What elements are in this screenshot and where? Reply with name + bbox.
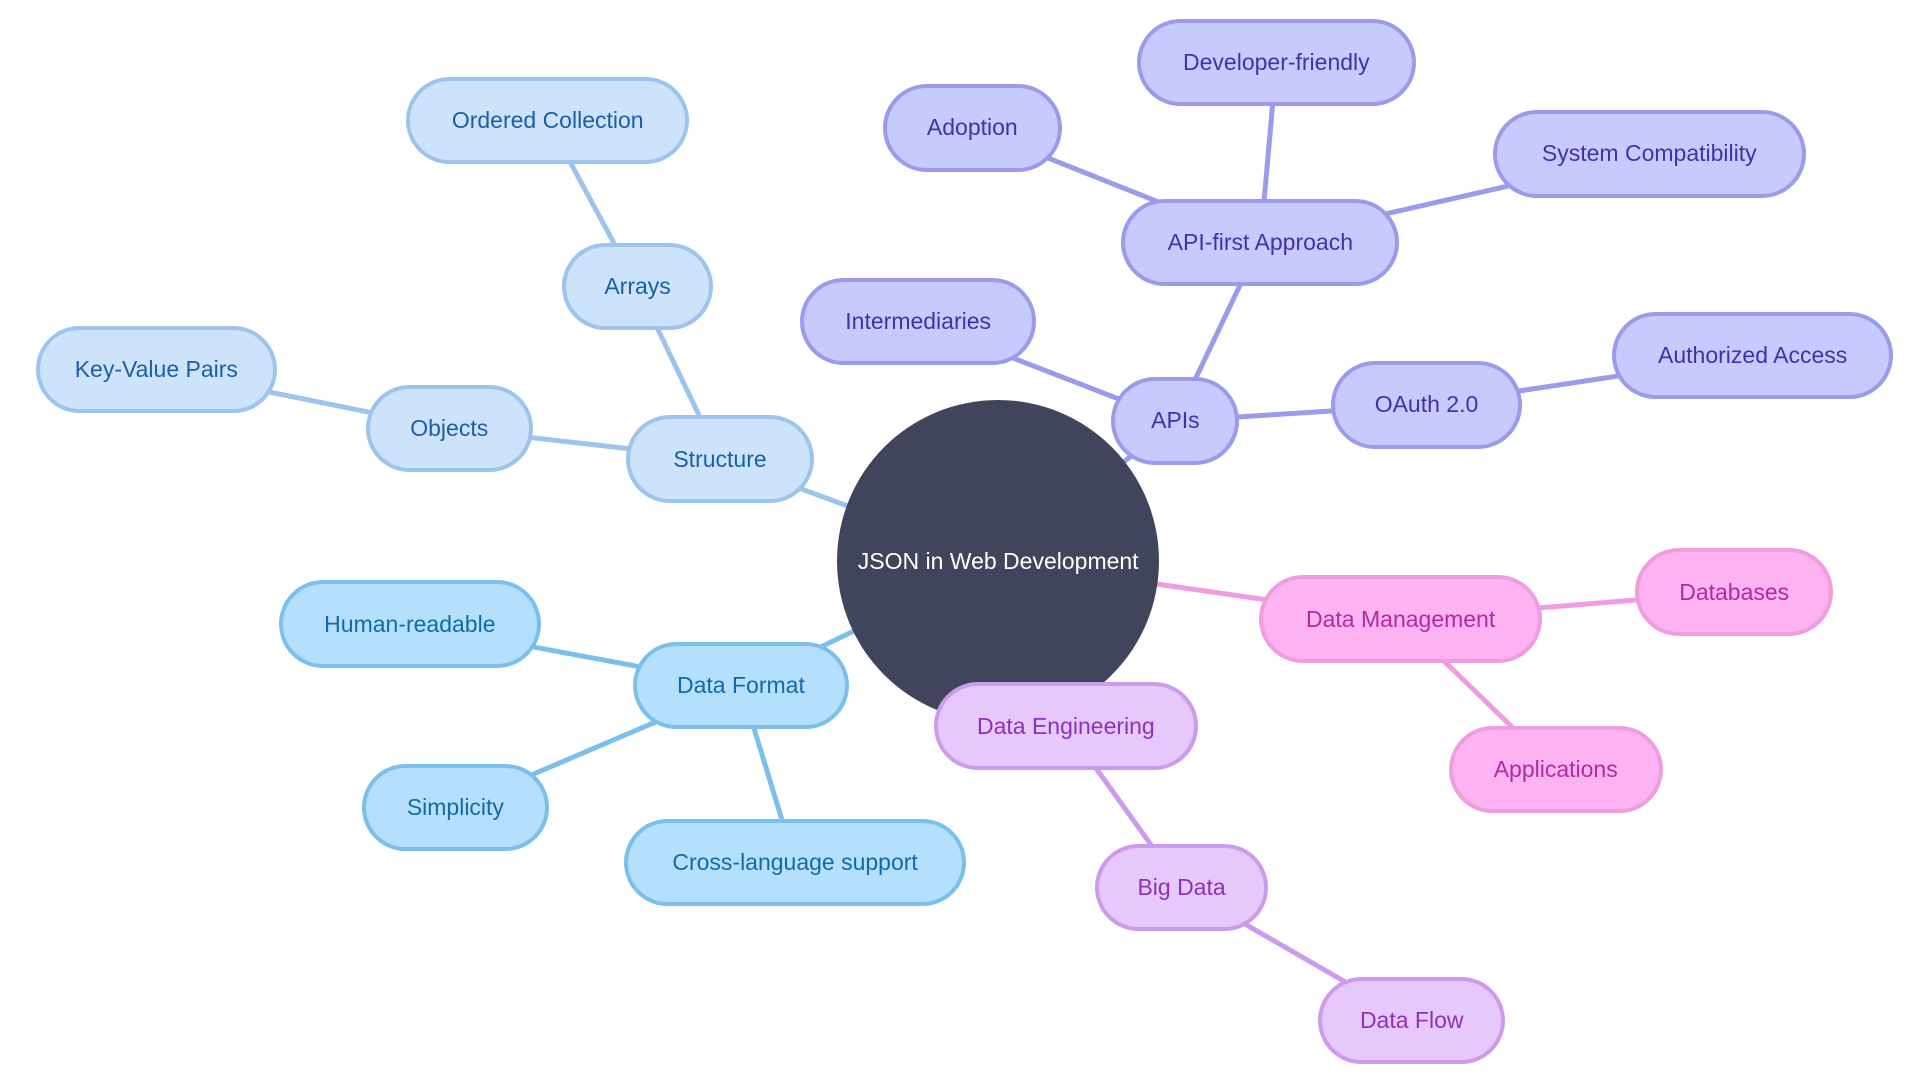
node-label: Intermediaries <box>845 307 992 334</box>
node-big-data[interactable]: Big Data <box>1095 843 1268 932</box>
node-authorized-access[interactable]: Authorized Access <box>1612 312 1893 400</box>
node-label: Developer-friendly <box>1183 49 1370 76</box>
node-cross-language-support[interactable]: Cross-language support <box>624 819 967 907</box>
node-label: Data Engineering <box>976 712 1155 739</box>
node-label: Human-readable <box>324 610 496 637</box>
node-data-management[interactable]: Data Management <box>1259 575 1543 663</box>
node-label: Key-Value Pairs <box>74 355 238 382</box>
node-apis[interactable]: APIs <box>1111 377 1240 465</box>
node-api-first-approach[interactable]: API-first Approach <box>1121 198 1400 287</box>
node-simplicity[interactable]: Simplicity <box>361 763 549 852</box>
node-adoption[interactable]: Adoption <box>883 84 1062 172</box>
node-structure[interactable]: Structure <box>626 415 814 503</box>
node-label: Data Flow <box>1359 1006 1464 1033</box>
node-label: Databases <box>1679 578 1790 605</box>
node-label: Big Data <box>1137 873 1226 900</box>
node-label: Simplicity <box>406 793 504 820</box>
root-node[interactable]: JSON in Web Development <box>836 400 1160 723</box>
node-data-format[interactable]: Data Format <box>632 641 850 730</box>
node-label: Arrays <box>604 273 671 300</box>
node-databases[interactable]: Databases <box>1635 548 1834 636</box>
node-ordered-collection[interactable]: Ordered Collection <box>406 76 690 165</box>
node-arrays[interactable]: Arrays <box>562 243 713 331</box>
node-label: Applications <box>1493 755 1618 782</box>
node-label: Structure <box>673 445 767 472</box>
node-label: Data Format <box>677 672 805 699</box>
node-label: Authorized Access <box>1658 342 1848 369</box>
node-system-compatibility[interactable]: System Compatibility <box>1492 110 1806 198</box>
node-data-flow[interactable]: Data Flow <box>1318 976 1506 1064</box>
mindmap-canvas: JSON in Web Development Structure Objects K… <box>0 0 1920 1080</box>
node-key-value-pairs[interactable]: Key-Value Pairs <box>35 325 277 413</box>
node-label: Objects <box>410 414 489 441</box>
node-developer-friendly[interactable]: Developer-friendly <box>1136 19 1417 107</box>
node-label: Data Management <box>1306 605 1496 632</box>
node-label: API-first Approach <box>1167 228 1353 255</box>
node-intermediaries[interactable]: Intermediaries <box>800 277 1037 365</box>
node-label: OAuth 2.0 <box>1374 391 1479 418</box>
node-oauth-2-0[interactable]: OAuth 2.0 <box>1331 361 1522 449</box>
node-applications[interactable]: Applications <box>1448 725 1663 813</box>
node-data-engineering[interactable]: Data Engineering <box>933 682 1199 770</box>
node-human-readable[interactable]: Human-readable <box>278 580 541 668</box>
node-objects[interactable]: Objects <box>365 384 533 472</box>
node-label: Cross-language support <box>672 849 918 876</box>
node-label: Ordered Collection <box>451 107 644 134</box>
node-label: System Compatibility <box>1541 140 1757 167</box>
root-node-label: JSON in Web Development <box>857 547 1139 574</box>
node-label: APIs <box>1151 407 1200 434</box>
node-label: Adoption <box>926 114 1018 141</box>
